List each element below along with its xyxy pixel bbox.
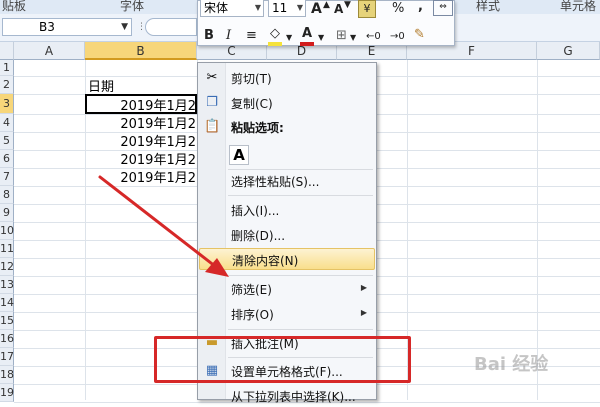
watermark: Bai 经验: [474, 354, 549, 375]
annotation-highlight-box: [154, 336, 411, 383]
